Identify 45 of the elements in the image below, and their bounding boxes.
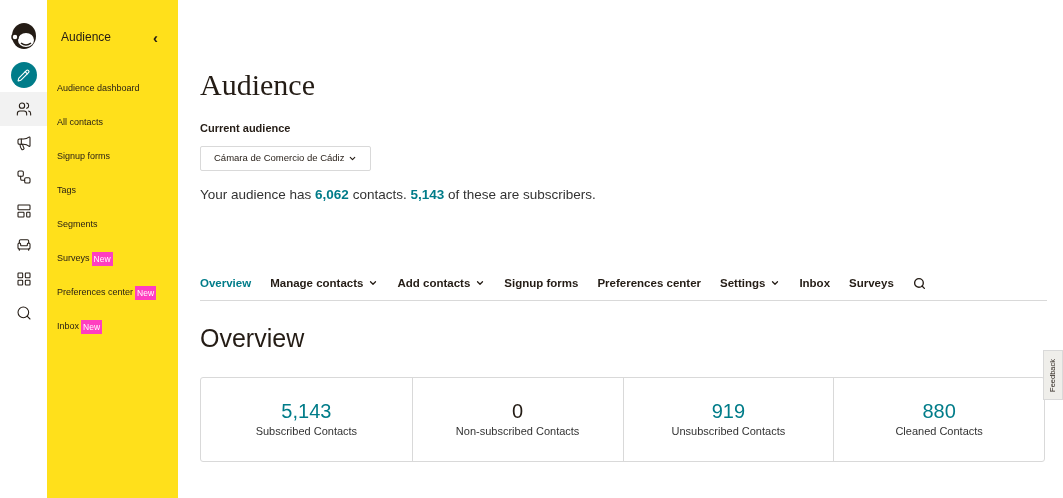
stat-label: Cleaned Contacts [895,424,983,440]
stat-label: Unsubscribed Contacts [671,424,786,440]
contacts-icon[interactable] [15,101,32,117]
sidebar-item[interactable]: Segments [57,218,98,232]
nav-tab[interactable]: Inbox [799,274,831,292]
search-icon[interactable] [912,276,926,290]
sidebar-item[interactable]: All contacts [57,116,104,130]
nav-tab[interactable]: Signup forms [504,274,579,292]
new-badge: New [91,251,113,267]
new-badge: New [135,285,157,301]
sidebar-item[interactable]: Inbox [57,320,80,334]
stat-value: 880 [922,399,956,424]
create-button[interactable] [10,62,37,88]
sidebar-item[interactable]: Signup forms [57,150,111,164]
sidebar-item[interactable]: Surveys [57,252,90,266]
audience-summary: Your audience has 6,062 contacts. 5,143 of these are subscribers. [200,185,597,204]
stat-value: 5,143 [281,399,332,424]
search-icon[interactable] [15,305,32,321]
nav-tab[interactable]: Surveys [849,274,894,292]
overview-title: Overview [200,323,306,353]
stat-value: 0 [512,399,524,424]
grid-icon[interactable] [15,271,32,287]
stat-label: Non-subscribed Contacts [455,424,580,440]
audience-dropdown[interactable]: Cámara de Comercio de Cádiz [200,145,372,171]
pencil-icon [17,68,30,82]
page-title: Audience [200,67,316,103]
nav-tab[interactable]: Manage contacts [270,274,379,292]
layout-icon[interactable] [15,203,32,219]
nav-tab[interactable]: Overview [200,274,252,292]
sofa-icon[interactable] [15,237,32,253]
sidebar-title: Audience [61,29,112,46]
nav-tab[interactable]: Add contacts [397,274,486,292]
monkey-logo[interactable] [8,20,39,52]
workflow-icon[interactable] [15,169,32,185]
sidebar-item[interactable]: Preferences center [57,286,134,300]
collapse-button[interactable]: ‹ [153,29,158,45]
megaphone-icon[interactable] [15,135,32,151]
sidebar-item[interactable]: Tags [57,184,76,198]
stat-label: Subscribed Contacts [255,424,358,440]
nav-tab[interactable]: Settings [720,274,781,292]
stat-value: 919 [711,399,746,424]
new-badge: New [81,319,103,335]
audience-label: Current audience [200,121,292,136]
sidebar-item[interactable]: Audience dashboard [57,82,140,96]
nav-tab[interactable]: Preferences center [597,274,701,292]
